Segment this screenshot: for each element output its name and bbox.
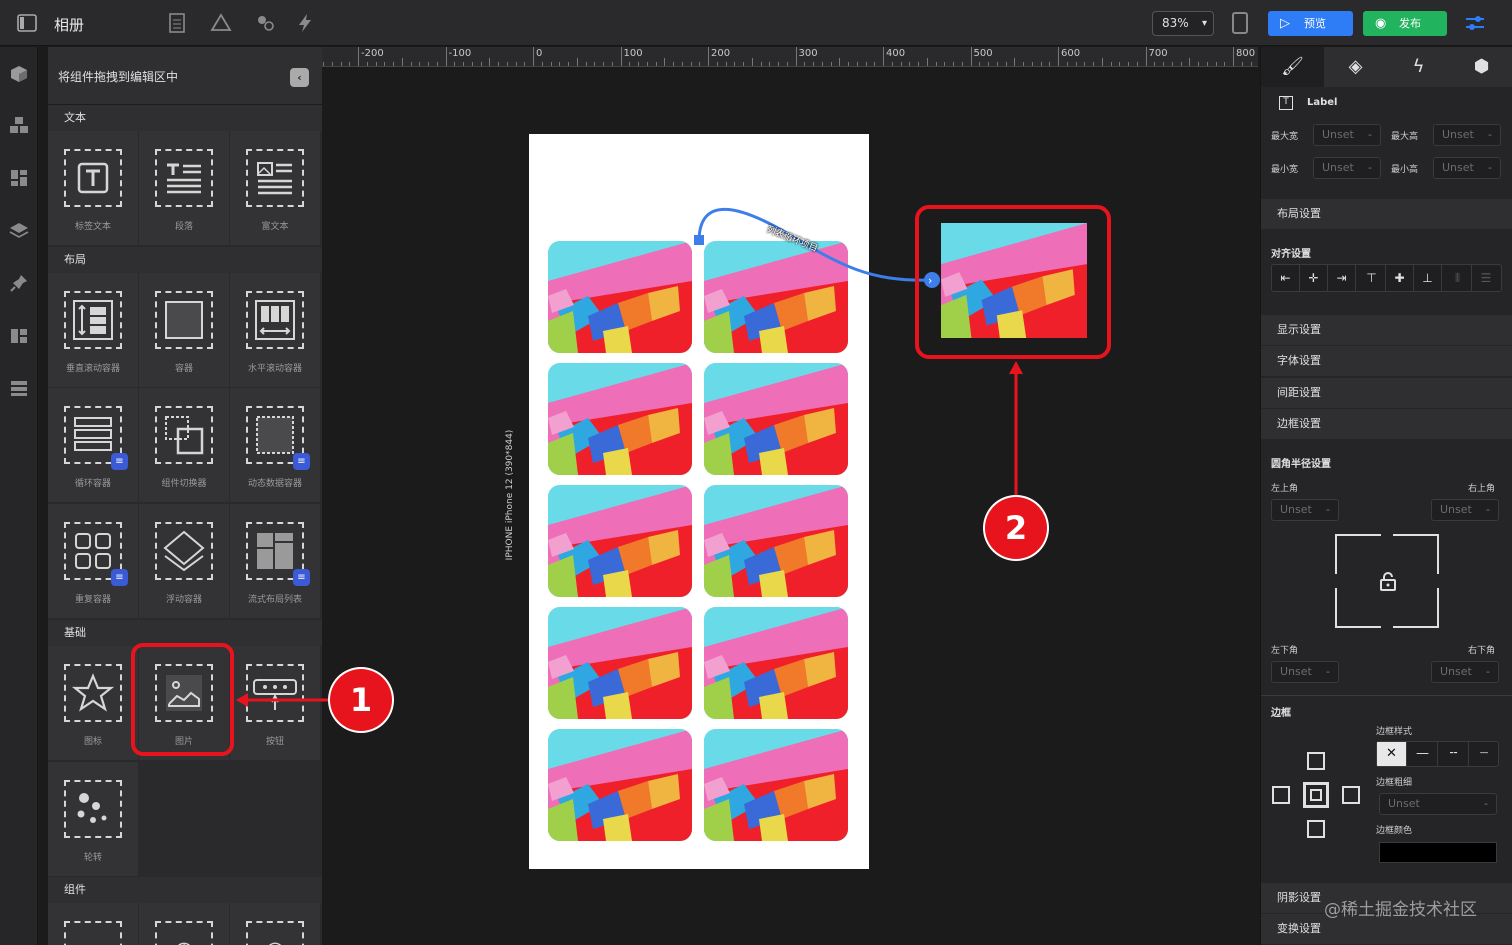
font-settings[interactable]: 字体设置 [1261, 346, 1512, 376]
border-width-input[interactable]: Unset - [1379, 793, 1497, 815]
lock-icon[interactable] [1379, 571, 1397, 596]
align-settings-label: 对齐设置 [1271, 249, 1311, 260]
border-settings[interactable]: 边框设置 [1261, 409, 1512, 439]
component-name: Label [1307, 97, 1338, 108]
radius-settings-label: 圆角半径设置 [1271, 459, 1331, 470]
top-left-radius-input[interactable]: Unset - [1271, 499, 1339, 521]
properties-panel: 🖌 ◈ ϟ ⬢ T Label 最大宽 Unset - 最大高 Unset - 最小… [1260, 47, 1512, 945]
min-width-input[interactable]: Unset - [1313, 157, 1381, 179]
unit-dash: - [1326, 665, 1330, 678]
border-color-swatch[interactable] [1379, 842, 1497, 863]
callout-1: 1 [330, 669, 392, 731]
unset-text: Unset [1440, 503, 1472, 516]
lightning-icon: ϟ [1412, 56, 1425, 77]
unit-dash: - [1484, 797, 1488, 810]
border-all-icon[interactable] [1303, 782, 1329, 808]
box-icon: ⬢ [1473, 56, 1490, 77]
align-buttons: ⇤ ✛ ⇥ ⊤ ✚ ⊥ ⫴ ☰ [1271, 264, 1502, 292]
border-label: 边框 [1271, 708, 1291, 719]
bottom-right-radius-input[interactable]: Unset - [1431, 661, 1499, 683]
unset-text: Unset [1440, 665, 1472, 678]
border-style-buttons: ✕ — ╌ ┈ [1376, 741, 1499, 767]
dashed-border-icon[interactable]: ╌ [1439, 742, 1469, 766]
unit-dash: - [1486, 665, 1490, 678]
bottom-left-radius-input[interactable]: Unset - [1271, 661, 1339, 683]
align-top-icon[interactable]: ⊤ [1358, 265, 1386, 291]
unset-text: Unset [1442, 128, 1474, 141]
min-height-label: 最小高 [1391, 165, 1419, 175]
spacing-settings[interactable]: 间距设置 [1261, 378, 1512, 408]
tab-style[interactable]: 🖌 [1261, 47, 1324, 87]
top-right-label: 右上角 [1468, 484, 1496, 494]
max-width-input[interactable]: Unset - [1313, 124, 1381, 146]
solid-border-icon[interactable]: — [1408, 742, 1438, 766]
watermark: @稀土掘金技术社区 [1324, 900, 1477, 920]
border-width-label: 边框粗细 [1376, 778, 1413, 788]
unit-dash: - [1368, 128, 1372, 141]
align-right-icon[interactable]: ⇥ [1328, 265, 1356, 291]
max-height-label: 最大高 [1391, 132, 1419, 142]
border-left-icon[interactable] [1272, 786, 1290, 804]
unset-text: Unset [1322, 128, 1354, 141]
tab-component[interactable]: ◈ [1324, 47, 1387, 87]
max-height-input[interactable]: Unset - [1433, 124, 1501, 146]
property-tabs: 🖌 ◈ ϟ ⬢ [1261, 47, 1512, 87]
bottom-left-label: 左下角 [1271, 646, 1299, 656]
align-bottom-icon[interactable]: ⊥ [1414, 265, 1442, 291]
border-bottom-icon[interactable] [1307, 820, 1325, 838]
label-type-icon: T [1279, 96, 1293, 110]
unit-dash: - [1368, 161, 1372, 174]
unset-text: Unset [1280, 503, 1312, 516]
brush-icon: 🖌 [1281, 56, 1304, 77]
unit-dash: - [1326, 503, 1330, 516]
distribute-h-icon[interactable]: ⫴ [1444, 265, 1472, 291]
unset-text: Unset [1388, 797, 1420, 810]
callout-2: 2 [985, 497, 1047, 559]
top-right-radius-input[interactable]: Unset - [1431, 499, 1499, 521]
border-color-label: 边框颜色 [1376, 826, 1413, 836]
border-right-icon[interactable] [1342, 786, 1360, 804]
min-width-label: 最小宽 [1271, 165, 1299, 175]
distribute-v-icon[interactable]: ☰ [1472, 265, 1500, 291]
align-center-h-icon[interactable]: ✛ [1300, 265, 1328, 291]
unit-dash: - [1488, 161, 1492, 174]
no-border-icon[interactable]: ✕ [1377, 742, 1407, 766]
tab-3d[interactable]: ⬢ [1450, 47, 1512, 87]
bottom-right-label: 右下角 [1468, 646, 1496, 656]
unit-dash: - [1488, 128, 1492, 141]
min-height-input[interactable]: Unset - [1433, 157, 1501, 179]
top-left-label: 左上角 [1271, 484, 1299, 494]
border-style-label: 边框样式 [1376, 727, 1413, 737]
border-top-icon[interactable] [1307, 752, 1325, 770]
layout-settings[interactable]: 布局设置 [1261, 199, 1512, 229]
unset-text: Unset [1442, 161, 1474, 174]
radius-preview [1335, 534, 1439, 628]
tab-events[interactable]: ϟ [1387, 47, 1450, 87]
unset-text: Unset [1280, 665, 1312, 678]
align-center-v-icon[interactable]: ✚ [1386, 265, 1414, 291]
display-settings[interactable]: 显示设置 [1261, 315, 1512, 345]
diamond-icon: ◈ [1348, 56, 1363, 77]
unset-text: Unset [1322, 161, 1354, 174]
align-left-icon[interactable]: ⇤ [1272, 265, 1300, 291]
max-width-label: 最大宽 [1271, 132, 1299, 142]
unit-dash: - [1486, 503, 1490, 516]
dotted-border-icon[interactable]: ┈ [1469, 742, 1499, 766]
